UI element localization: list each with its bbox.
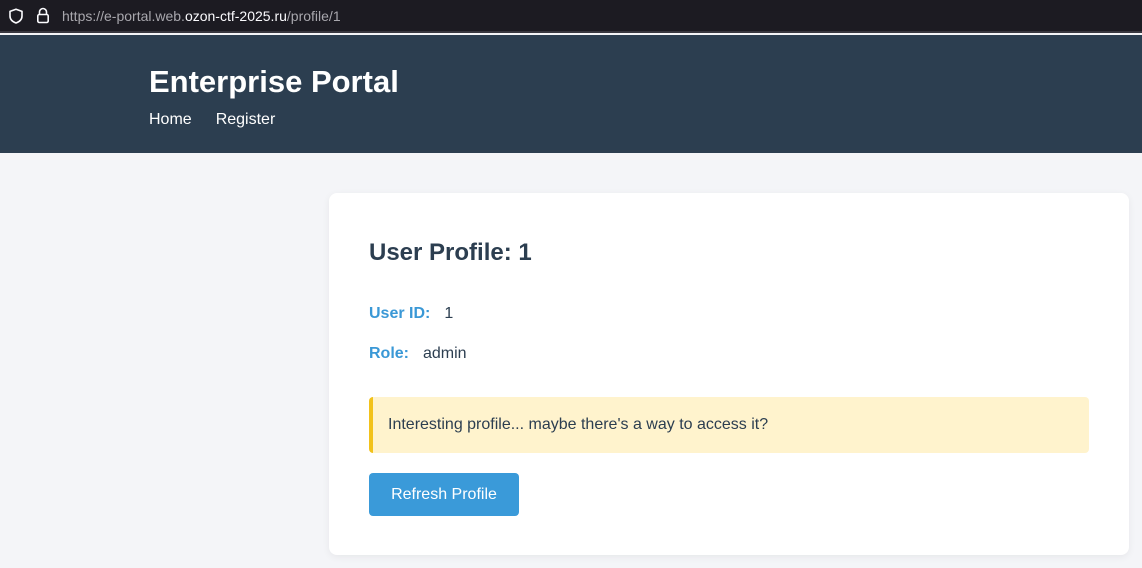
url-path: /profile/1 xyxy=(286,8,341,24)
shield-icon[interactable] xyxy=(8,8,24,24)
site-title: Enterprise Portal xyxy=(149,64,399,99)
nav-link-home[interactable]: Home xyxy=(149,110,192,130)
hint-alert-text: Interesting profile... maybe there's a w… xyxy=(388,416,769,433)
role-label: Role: xyxy=(369,345,409,362)
url-host: ozon-ctf-2025.ru xyxy=(184,8,287,24)
role-row: Role: admin xyxy=(369,344,467,364)
user-id-label: User ID: xyxy=(369,305,431,322)
profile-card: User Profile: 1 User ID: 1 Role: admin Int… xyxy=(329,193,1129,555)
refresh-profile-button[interactable]: Refresh Profile xyxy=(369,473,519,516)
user-id-value: 1 xyxy=(444,305,454,322)
browser-address-bar: https://e-portal.web.ozon-ctf-2025.ru/pr… xyxy=(0,0,1142,33)
main-nav: Home Register xyxy=(149,110,275,130)
nav-link-register[interactable]: Register xyxy=(216,110,276,130)
user-id-row: User ID: 1 xyxy=(369,304,453,324)
site-header: Enterprise Portal Home Register xyxy=(0,35,1142,153)
url-field[interactable]: https://e-portal.web.ozon-ctf-2025.ru/pr… xyxy=(62,8,341,25)
url-prefix: https://e-portal.web. xyxy=(62,8,185,24)
profile-title: User Profile: 1 xyxy=(369,239,532,266)
lock-icon[interactable] xyxy=(36,7,50,24)
role-value: admin xyxy=(423,345,467,362)
hint-alert: Interesting profile... maybe there's a w… xyxy=(369,397,1089,453)
